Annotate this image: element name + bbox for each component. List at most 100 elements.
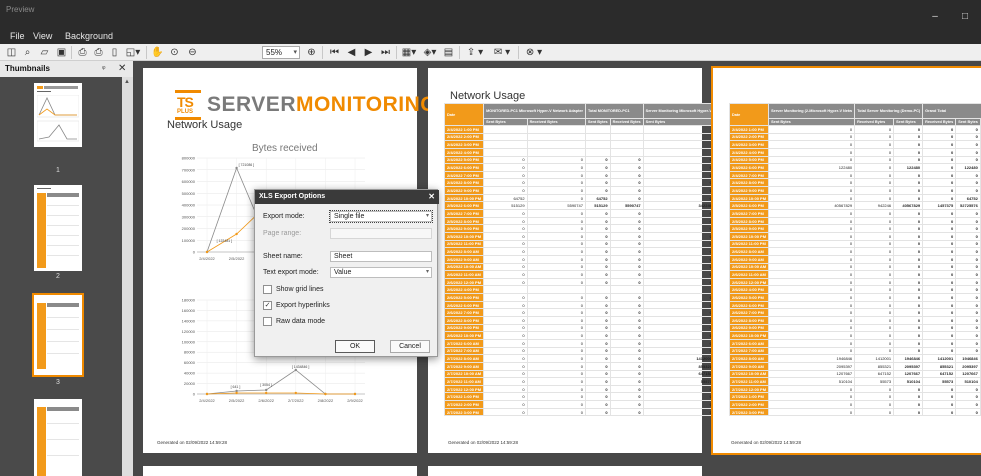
zoom-in-icon[interactable]: ⊕	[305, 45, 318, 60]
value-cell	[642, 125, 715, 134]
value-cell: 0	[642, 155, 715, 165]
first-page-icon[interactable]: ⏮	[328, 45, 341, 60]
date-cell: 2/7/2022 3:00 PM	[728, 407, 770, 417]
date-cell: 2/7/2022 6:00 AM	[728, 338, 770, 348]
thumbnail-page-2[interactable]	[34, 185, 82, 271]
data-point	[235, 166, 238, 170]
value-cell: 0	[642, 170, 715, 180]
magnifier-icon[interactable]: ⊙	[168, 45, 181, 60]
table-row: 2/6/2022 10:00 AM000000	[728, 262, 981, 272]
value-cell: 0	[483, 323, 528, 333]
value-cell: 0	[955, 407, 981, 417]
date-cell: 2/6/2022 9:00 AM	[728, 254, 770, 264]
close-icon[interactable]: ✕	[118, 61, 126, 77]
value-cell: 0	[854, 293, 895, 302]
export-hyperlinks-checkbox[interactable]: ✓	[263, 301, 272, 310]
value-cell: 0	[768, 407, 856, 417]
last-page-icon[interactable]: ⏭	[379, 45, 392, 60]
table-row: 2/4/2022 5:00 PM000000	[728, 155, 981, 165]
value-cell: 0	[893, 132, 924, 142]
thumbnail-page-3[interactable]	[32, 293, 84, 377]
pin-icon[interactable]: ᵠ	[102, 61, 106, 77]
data-point	[205, 392, 209, 396]
value-cell: 0	[642, 216, 715, 226]
value-cell: 0	[584, 369, 611, 379]
value-cell: 0	[609, 377, 644, 386]
zoom-out-icon[interactable]: ⊖	[186, 45, 199, 60]
raw-data-mode-label: Raw data mode	[276, 318, 326, 325]
previous-page-icon[interactable]: ◀	[345, 45, 358, 60]
value-cell: 0	[854, 239, 895, 249]
menu-file[interactable]: File	[10, 31, 25, 41]
zoom-combobox[interactable]: 55% ▾	[262, 46, 300, 59]
value-cell: 0	[526, 316, 586, 325]
value-cell: 0	[526, 346, 586, 356]
page-color-icon[interactable]: ◈▾	[421, 45, 439, 60]
table-row: 2/7/2022 8:00 AM 0 0 0 0 1412001	[443, 354, 715, 363]
value-cell: 0	[922, 270, 957, 279]
cancel-button[interactable]: Cancel	[390, 340, 430, 353]
export-mode-select[interactable]: Single file ▾	[329, 210, 433, 223]
value-cell: 0	[584, 346, 611, 356]
x-tick-label: 2/6/2022	[258, 398, 274, 403]
scale-icon[interactable]: ◱▾	[124, 45, 142, 60]
binoculars-icon[interactable]: ⌕	[21, 45, 34, 60]
table-row: 2/7/2022 7:00 AM000000	[728, 346, 981, 356]
column-group-header: Total Server Monitoring (Demo-PC)	[854, 103, 924, 119]
toggle-thumbnails-icon[interactable]: ◫	[5, 45, 18, 60]
text-export-mode-select[interactable]: Value ▾	[330, 267, 432, 278]
value-cell: 647152	[922, 369, 957, 379]
value-cell	[642, 147, 715, 157]
thumbnail-page-1[interactable]	[34, 83, 82, 147]
raw-data-mode-checkbox[interactable]	[263, 317, 272, 326]
value-cell: 0	[854, 392, 895, 402]
value-cell: 0	[854, 407, 895, 417]
value-cell	[584, 132, 611, 142]
y-tick-label: 700000	[182, 167, 196, 172]
quick-print-icon[interactable]: ⎙	[92, 45, 105, 60]
date-cell: 2/7/2022 7:00 AM	[728, 346, 770, 356]
table-row: 2/4/2022 2:00 PM	[443, 132, 715, 142]
value-cell: 0	[922, 247, 957, 256]
next-page-icon[interactable]: ▶	[362, 45, 375, 60]
value-cell: 5590747	[526, 201, 586, 211]
table-row: 2/7/2022 9:00 AM 0 0 0 0 855321	[443, 361, 715, 371]
network-usage-table: Date Server Monitoring (2-Microsoft Hyper…	[728, 103, 981, 417]
value-cell: 0	[483, 239, 528, 249]
menu-view[interactable]: View	[33, 31, 52, 41]
value-cell: 0	[609, 262, 644, 272]
multipage-icon[interactable]: ▦▾	[400, 45, 418, 60]
value-cell: 0	[483, 300, 528, 310]
value-cell: 0	[768, 277, 856, 287]
date-cell: 2/7/2022 12:00 PM	[728, 384, 770, 394]
thumbnails-scrollbar[interactable]: ▲	[122, 77, 133, 476]
send-email-icon[interactable]: ✉ ▾	[490, 45, 514, 60]
print-icon[interactable]: ⎙	[76, 45, 89, 60]
show-grid-lines-checkbox[interactable]	[263, 285, 272, 294]
page-setup-icon[interactable]: ▯	[108, 45, 121, 60]
scroll-up-icon[interactable]: ▲	[124, 79, 130, 85]
open-folder-icon[interactable]: ▱	[38, 45, 51, 60]
save-icon[interactable]: ▣	[55, 45, 68, 60]
page-range-input[interactable]	[330, 228, 432, 239]
menu-background[interactable]: Background	[65, 31, 113, 41]
close-icon[interactable]: ✕	[428, 190, 435, 204]
sheet-name-input[interactable]: Sheet	[330, 251, 432, 262]
value-cell: 52725576	[955, 201, 981, 211]
export-icon[interactable]: ⇪ ▾	[463, 45, 487, 60]
hand-tool-icon[interactable]: ✋	[151, 45, 164, 60]
minimize-button[interactable]: –	[928, 12, 942, 22]
ok-button[interactable]: OK	[335, 340, 375, 353]
value-cell: 0	[483, 377, 528, 386]
maximize-button[interactable]: □	[958, 12, 972, 22]
watermark-icon[interactable]: ▤	[442, 45, 455, 60]
table-row: 2/4/2022 8:00 PM000000	[728, 178, 981, 188]
close-preview-icon[interactable]: ⊗ ▾	[522, 45, 546, 60]
value-cell: 0	[955, 224, 981, 233]
x-tick-label: 2/4/2022	[199, 398, 215, 403]
value-cell: 0	[854, 132, 895, 142]
value-cell: 0	[642, 262, 715, 272]
thumbnail-page-4[interactable]	[34, 399, 82, 476]
date-cell: 2/6/2022 10:00 AM	[728, 262, 770, 272]
date-cell: 2/5/2022 8:00 PM	[443, 216, 485, 226]
